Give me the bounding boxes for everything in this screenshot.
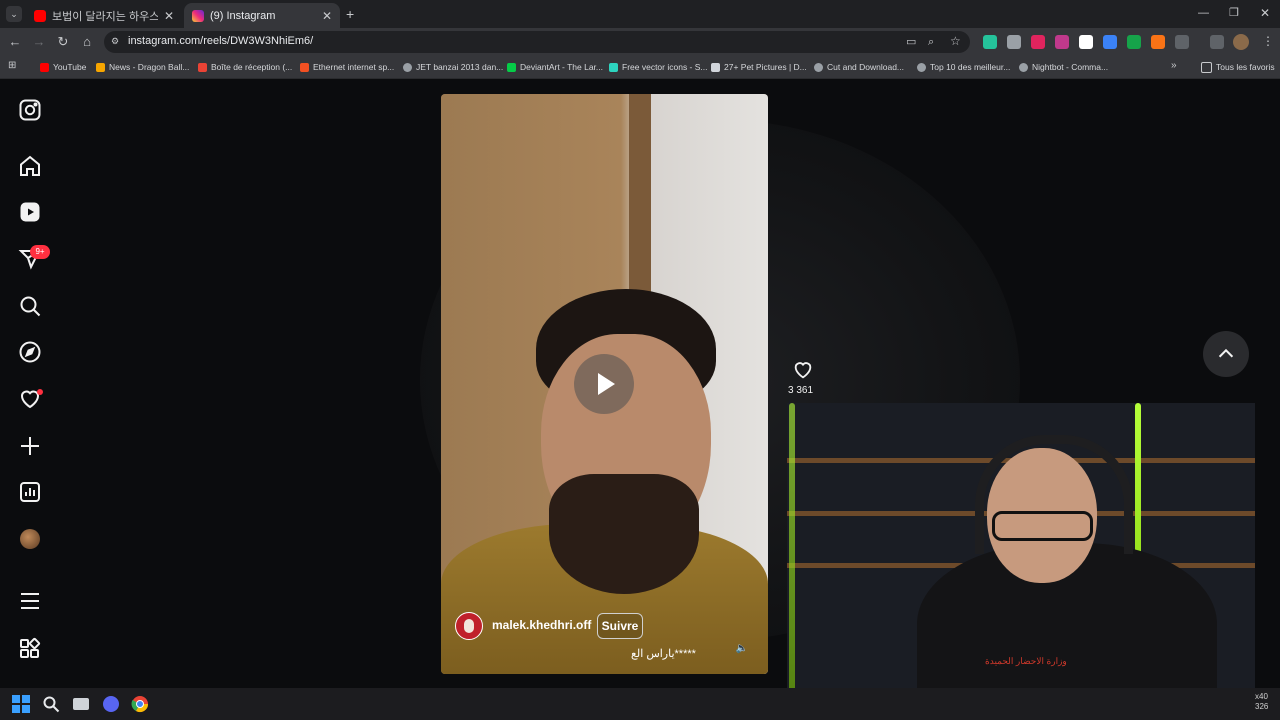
search-icon[interactable]	[42, 695, 60, 713]
bookmarks-overflow-button[interactable]: »	[1171, 60, 1177, 71]
dashboard-chart-icon[interactable]	[18, 480, 42, 504]
all-bookmarks-folder[interactable]: Tous les favoris	[1201, 60, 1275, 74]
minimize-button[interactable]: —	[1198, 7, 1209, 19]
extension-icon[interactable]	[983, 35, 997, 49]
reel-caption: ياراس الع*****	[631, 648, 696, 660]
notification-badge: 9+	[30, 245, 50, 259]
more-apps-icon[interactable]	[18, 637, 42, 661]
bookmark-item[interactable]: JET banzai 2013 dan...	[403, 60, 503, 74]
bookmark-item[interactable]: 27+ Pet Pictures | D...	[711, 60, 807, 74]
apps-grid-icon[interactable]: ⊞	[8, 60, 16, 71]
like-count: 3 361	[788, 385, 814, 396]
extension-icon[interactable]	[1007, 35, 1021, 49]
windows-start-icon[interactable]	[12, 695, 30, 713]
globe-icon	[814, 62, 823, 72]
media-control-icon[interactable]	[1210, 35, 1224, 49]
follow-button[interactable]: Suivre	[597, 613, 643, 639]
extension-icon[interactable]	[1127, 35, 1141, 49]
back-icon[interactable]: ←	[6, 33, 24, 51]
create-plus-icon[interactable]	[18, 434, 42, 458]
close-icon[interactable]: ✕	[164, 9, 174, 23]
reel-author-avatar[interactable]	[455, 612, 483, 640]
bookmark-star-icon[interactable]: ☆	[950, 34, 964, 48]
chrome-icon[interactable]	[131, 695, 149, 713]
notification-dot	[37, 389, 43, 395]
profile-avatar[interactable]	[1233, 34, 1249, 50]
menu-kebab-icon[interactable]: ⋮	[1262, 34, 1274, 48]
reload-icon[interactable]: ↻	[54, 33, 72, 51]
extension-icon[interactable]	[1151, 35, 1165, 49]
site-info-icon[interactable]: ⚙	[111, 36, 122, 47]
search-icon[interactable]	[18, 294, 42, 318]
close-icon[interactable]: ✕	[322, 9, 332, 23]
extensions-puzzle-icon[interactable]	[1175, 35, 1189, 49]
folder-icon	[1201, 61, 1212, 73]
close-window-button[interactable]: ✕	[1260, 6, 1270, 20]
corner-readout: x40 326	[1255, 692, 1269, 711]
instagram-icon	[192, 9, 204, 22]
globe-icon	[917, 62, 926, 72]
youtube-icon	[40, 62, 49, 72]
profile-avatar[interactable]	[20, 529, 40, 549]
bookmark-item[interactable]: YouTube	[40, 60, 86, 74]
discord-icon[interactable]	[102, 695, 120, 713]
reel-video[interactable]: malek.khedhri.off Suivre ياراس الع***** …	[441, 94, 768, 674]
tab-instagram[interactable]: (9) Instagram ✕	[184, 3, 340, 28]
video-beard	[549, 474, 699, 594]
youtube-icon	[34, 9, 46, 22]
extension-icon[interactable]	[1103, 35, 1117, 49]
home-icon[interactable]: ⌂	[78, 33, 96, 51]
restore-button[interactable]: ❐	[1229, 6, 1239, 19]
zoom-icon[interactable]: ⌕	[928, 35, 942, 49]
bookmark-item[interactable]: Free vector icons - S...	[609, 60, 708, 74]
bookmark-item[interactable]: Nightbot - Comma...	[1019, 60, 1108, 74]
tab-title: (9) Instagram	[210, 9, 276, 22]
tab-search-button[interactable]: ⌄	[6, 6, 22, 22]
extension-icon[interactable]	[1031, 35, 1045, 49]
bookmark-item[interactable]: Boîte de réception (...	[198, 60, 292, 74]
webcam-overlay: وزارة الاحضار الحميدة	[787, 403, 1255, 720]
bookmark-item[interactable]: Top 10 des meilleur...	[917, 60, 1010, 74]
deviantart-icon	[507, 62, 516, 72]
windows-taskbar	[0, 688, 1280, 720]
home-icon[interactable]	[18, 154, 42, 178]
url-text[interactable]: instagram.com/reels/DW3W3NhiEm6/	[128, 35, 313, 47]
install-app-icon[interactable]: ▭	[906, 35, 920, 49]
reel-author-username[interactable]: malek.khedhri.off	[492, 618, 591, 632]
instagram-logo-icon[interactable]	[18, 98, 42, 122]
led-strip	[789, 403, 795, 720]
bookmark-item[interactable]: DeviantArt - The Lar...	[507, 60, 603, 74]
extension-icon[interactable]	[1079, 35, 1093, 49]
bookmark-item[interactable]: Cut and Download...	[814, 60, 904, 74]
microsoft-icon	[300, 62, 309, 72]
freepik-icon	[609, 62, 618, 72]
pet-icon	[711, 62, 720, 72]
volume-icon[interactable]: 🔈	[733, 640, 751, 658]
extension-icon[interactable]	[1055, 35, 1069, 49]
forward-icon[interactable]: →	[30, 33, 48, 51]
gmail-icon	[198, 62, 207, 72]
dragonball-icon	[96, 62, 105, 72]
bookmark-item[interactable]: News - Dragon Ball...	[96, 60, 189, 74]
previous-reel-button[interactable]	[1203, 331, 1249, 377]
explore-compass-icon[interactable]	[18, 340, 42, 364]
like-heart-icon[interactable]	[792, 359, 814, 381]
reels-icon[interactable]	[18, 200, 42, 224]
bookmark-item[interactable]: Ethernet internet sp...	[300, 60, 394, 74]
shirt-text: وزارة الاحضار الحميدة	[985, 656, 1067, 666]
tab-youtube[interactable]: 보법이 달라지는 하우스 - YouTube ✕	[26, 3, 182, 28]
task-view-icon[interactable]	[72, 695, 90, 713]
new-tab-button[interactable]: +	[346, 6, 354, 22]
play-icon[interactable]	[574, 354, 634, 414]
globe-icon	[403, 62, 412, 72]
glasses	[992, 511, 1093, 541]
globe-icon	[1019, 62, 1028, 72]
tab-title: 보법이 달라지는 하우스 - YouTube	[52, 10, 158, 23]
menu-hamburger-icon[interactable]	[18, 589, 42, 613]
